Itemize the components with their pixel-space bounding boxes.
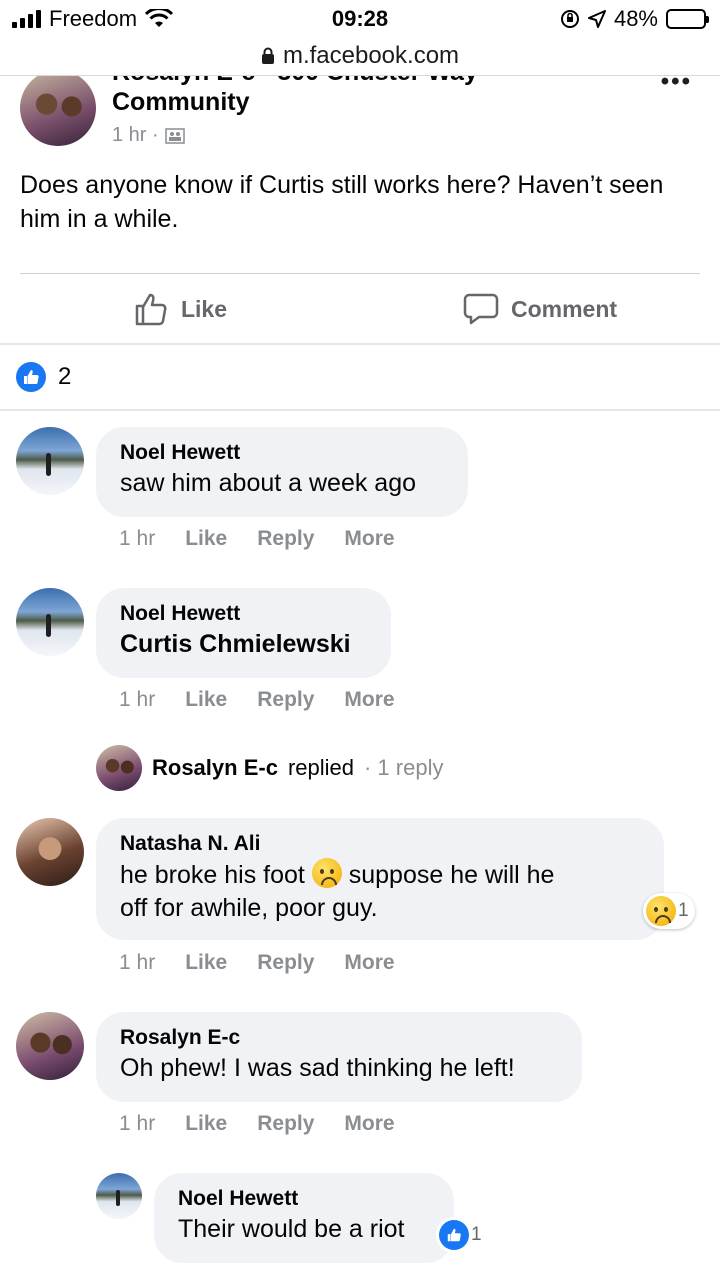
author-avatar[interactable] [20, 70, 96, 146]
reply-reaction[interactable]: 1 [436, 1217, 488, 1253]
post-time[interactable]: 1 hr · [112, 124, 159, 147]
reply-count: · 1 reply [363, 755, 444, 780]
comment-like-button[interactable]: Like [185, 951, 227, 975]
reply-reaction-count: 1 [471, 1224, 482, 1245]
comment-text-part: suppose he will he [348, 861, 555, 889]
comment-text: he broke his foot suppose he will he [120, 858, 640, 892]
comment-more-button[interactable]: More [344, 688, 394, 712]
comment-text-part: he broke his foot [120, 861, 305, 889]
comment-bubble: Rosalyn E-c Oh phew! I was sad thinking … [96, 1012, 582, 1102]
group-name[interactable]: Community [112, 88, 250, 117]
comment-reply-button[interactable]: Reply [257, 1112, 314, 1136]
sad-face-emoji-icon [311, 858, 342, 888]
battery-percent: 48% [613, 6, 658, 31]
comment-time: 1 hr [119, 527, 156, 550]
orientation-lock-icon [560, 10, 579, 28]
comment-author[interactable]: Natasha N. Ali [120, 830, 640, 858]
comment-mention[interactable]: Curtis Chmielewski [120, 628, 367, 661]
reaction-summary[interactable]: 2 [16, 362, 71, 392]
lock-icon [261, 47, 274, 64]
post-body: Does anyone know if Curtis still works h… [20, 171, 664, 233]
url-text: m.facebook.com [282, 41, 460, 69]
comment-actions: 1 hr Like Reply More [119, 688, 395, 712]
divider [0, 343, 720, 345]
location-icon [587, 10, 606, 28]
view-replies-link[interactable]: Rosalyn E-c replied · 1 reply [96, 745, 443, 791]
comment-text: Oh phew! I was sad thinking he left! [120, 1054, 515, 1082]
comment-author[interactable]: Rosalyn E-c [120, 1024, 558, 1052]
avatar [96, 745, 142, 791]
divider [0, 409, 720, 411]
comment-time: 1 hr [119, 688, 156, 711]
comment-author[interactable]: Noel Hewett [120, 600, 367, 628]
comment-icon [463, 293, 499, 325]
comment-time: 1 hr [119, 951, 156, 974]
address-bar[interactable]: m.facebook.com [0, 36, 720, 76]
reply-author[interactable]: Noel Hewett [178, 1185, 430, 1213]
comment-like-button[interactable]: Like [185, 688, 227, 712]
comment-reaction-count: 1 [678, 900, 689, 921]
comment-bubble: Noel Hewett Curtis Chmielewski [96, 588, 391, 678]
status-right: 48% [560, 6, 709, 32]
comment-like-button[interactable]: Like [185, 1112, 227, 1136]
like-reaction-icon [439, 1220, 469, 1250]
comment-time: 1 hr [119, 1112, 156, 1135]
comment-text-line: off for awhile, poor guy. [120, 894, 378, 922]
reply-verb: replied [287, 755, 354, 780]
sad-reaction-icon [646, 896, 676, 926]
members-icon [164, 127, 185, 144]
avatar[interactable] [16, 427, 84, 495]
comment-actions: 1 hr Like Reply More [119, 951, 395, 975]
comment-more-button[interactable]: More [344, 951, 394, 975]
avatar[interactable] [16, 818, 84, 886]
comment-text: saw him about a week ago [120, 469, 417, 497]
reaction-count: 2 [58, 363, 72, 390]
reply-bubble: Noel Hewett Their would be a riot [154, 1173, 454, 1263]
avatar[interactable] [16, 1012, 84, 1080]
comment-reaction[interactable]: 1 [643, 893, 695, 929]
comment-reply-button[interactable]: Reply [257, 527, 314, 551]
thumbs-up-icon [135, 293, 167, 326]
comment-button[interactable]: Comment [360, 278, 720, 340]
comment-reply-button[interactable]: Reply [257, 951, 314, 975]
battery-icon [666, 9, 709, 29]
comment-reply-button[interactable]: Reply [257, 688, 314, 712]
comment-label: Comment [510, 295, 618, 322]
like-label: Like [180, 295, 228, 322]
comment-bubble: Noel Hewett saw him about a week ago [96, 427, 468, 517]
comment-author[interactable]: Noel Hewett [120, 439, 444, 467]
avatar[interactable] [96, 1173, 142, 1219]
comment-actions: 1 hr Like Reply More [119, 527, 395, 551]
comment-more-button[interactable]: More [344, 527, 394, 551]
reply-text: Their would be a riot [178, 1215, 405, 1243]
comment-bubble: Natasha N. Ali he broke his foot suppose… [96, 818, 664, 940]
post-actions: Like Comment [0, 278, 720, 340]
status-bar: Freedom 09:28 48% [0, 0, 720, 40]
divider [20, 273, 700, 274]
avatar[interactable] [16, 588, 84, 656]
post-meta: 1 hr · [112, 124, 185, 147]
like-button[interactable]: Like [0, 278, 360, 340]
comment-actions: 1 hr Like Reply More [119, 1112, 395, 1136]
comment-more-button[interactable]: More [344, 1112, 394, 1136]
reply-author: Rosalyn E-c [152, 755, 278, 780]
comment-like-button[interactable]: Like [185, 527, 227, 551]
like-reaction-icon [16, 362, 46, 392]
